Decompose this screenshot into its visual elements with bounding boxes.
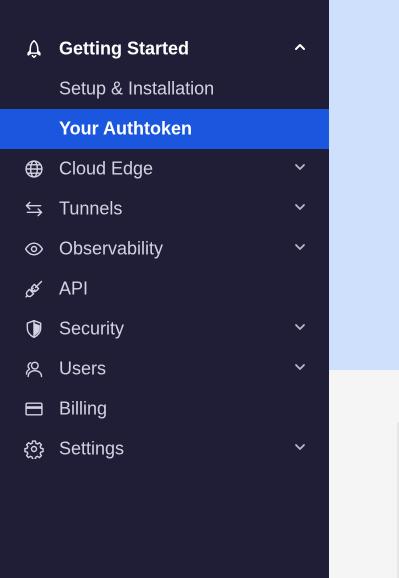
sidebar-item-getting-started[interactable]: Getting Started — [0, 29, 329, 69]
chevron-up-icon — [295, 44, 305, 50]
sidebar-item-billing[interactable]: Billing — [0, 389, 329, 429]
sidebar-item-label: Tunnels — [59, 198, 123, 219]
sidebar-item-label: Getting Started — [59, 38, 190, 59]
sidebar-item-observability[interactable]: Observability — [0, 229, 329, 269]
chevron-down-icon — [295, 164, 305, 170]
sidebar-item-label: Billing — [59, 398, 108, 419]
sidebar-subitem-label: Your Authtoken — [59, 118, 192, 139]
sidebar-item-label: Settings — [59, 438, 125, 459]
sidebar-item-security[interactable]: Security — [0, 309, 329, 349]
sidebar-nav: Getting Started Setup & Installation You… — [0, 29, 329, 469]
sidebar-item-label: Users — [59, 358, 107, 379]
sidebar-subitem-label: Setup & Installation — [59, 78, 215, 99]
sidebar-item-cloud-edge[interactable]: Cloud Edge — [0, 149, 329, 189]
sidebar-item-label: Security — [59, 318, 125, 339]
sidebar-item-users[interactable]: Users — [0, 349, 329, 389]
plug-icon — [23, 278, 45, 300]
gear-icon — [23, 438, 45, 460]
main-banner — [329, 0, 399, 370]
eye-icon — [23, 238, 45, 260]
sidebar-item-api[interactable]: API — [0, 269, 329, 309]
chevron-down-icon — [295, 204, 305, 210]
sidebar-item-tunnels[interactable]: Tunnels — [0, 189, 329, 229]
sidebar-item-label: Observability — [59, 238, 164, 259]
sidebar-item-label: API — [59, 278, 89, 299]
rocket-icon — [23, 38, 45, 60]
sidebar-item-label: Cloud Edge — [59, 158, 154, 179]
sidebar-subitem-your-authtoken[interactable]: Your Authtoken — [0, 109, 329, 149]
credit-card-icon — [23, 398, 45, 420]
chevron-down-icon — [295, 244, 305, 250]
sidebar-item-settings[interactable]: Settings — [0, 429, 329, 469]
sidebar-subitem-setup-installation[interactable]: Setup & Installation — [0, 69, 329, 109]
sidebar: Getting Started Setup & Installation You… — [0, 0, 329, 578]
chevron-down-icon — [295, 444, 305, 450]
main-content-area — [329, 370, 399, 578]
arrows-swap-icon — [23, 198, 45, 220]
users-icon — [23, 358, 45, 380]
shield-icon — [23, 318, 45, 340]
globe-icon — [23, 158, 45, 180]
chevron-down-icon — [295, 324, 305, 330]
chevron-down-icon — [295, 364, 305, 370]
